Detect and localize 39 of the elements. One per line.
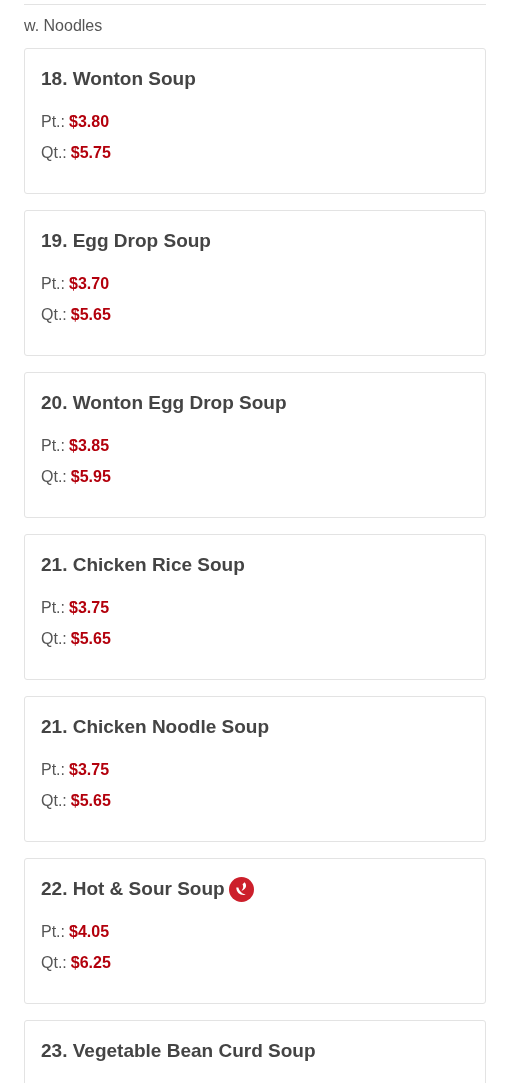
item-title: 22. Hot & Sour Soup [41,876,225,901]
menu-item-card[interactable]: 21. Chicken Rice Soup Pt.: $3.75 Qt.: $5.65 [24,534,486,680]
size-label: Pt.: [41,273,65,294]
price: $5.65 [70,304,111,325]
price: $3.70 [69,273,110,294]
menu-item-card[interactable]: 18. Wonton Soup Pt.: $3.80 Qt.: $5.75 [24,48,486,194]
size-label: Pt.: [41,759,65,780]
menu-item-card[interactable]: 22. Hot & Sour Soup Pt.: $4.05 Qt.: $6.25 [24,858,486,1004]
item-description: w. Noodles [24,16,104,36]
size-label: Qt.: [41,466,67,487]
price: $3.75 [69,597,110,618]
price: $6.25 [70,952,111,973]
item-title: 19. Egg Drop Soup [41,228,211,253]
price: $5.75 [70,142,111,163]
item-title: 21. Chicken Noodle Soup [41,714,270,739]
price: $5.65 [70,628,111,649]
menu-item-card[interactable]: 19. Egg Drop Soup Pt.: $3.70 Qt.: $5.65 [24,210,486,356]
size-label: Qt.: [41,790,67,811]
size-label: Qt.: [41,142,67,163]
size-label: Pt.: [41,111,65,132]
item-title: 20. Wonton Egg Drop Soup [41,390,287,415]
price: $3.85 [69,435,110,456]
size-label: Qt.: [41,952,67,973]
price: $3.75 [69,759,110,780]
price: $3.80 [69,111,110,132]
size-label: Qt.: [41,628,67,649]
price: $5.95 [70,466,111,487]
item-title: 21. Chicken Rice Soup [41,552,245,577]
size-label: Qt.: [41,304,67,325]
menu-item-card[interactable]: 21. Chicken Noodle Soup Pt.: $3.75 Qt.: $5.65 [24,696,486,842]
menu-item-card[interactable]: 23. Vegetable Bean Curd Soup [24,1020,486,1083]
size-label: Pt.: [41,435,65,456]
item-title: 18. Wonton Soup [41,66,196,91]
price: $4.05 [69,921,110,942]
item-title: 23. Vegetable Bean Curd Soup [41,1038,316,1063]
size-label: Pt.: [41,921,65,942]
price: $5.65 [70,790,111,811]
menu-item-card[interactable]: 20. Wonton Egg Drop Soup Pt.: $3.85 Qt.: $5.95 [24,372,486,518]
size-label: Pt.: [41,597,65,618]
